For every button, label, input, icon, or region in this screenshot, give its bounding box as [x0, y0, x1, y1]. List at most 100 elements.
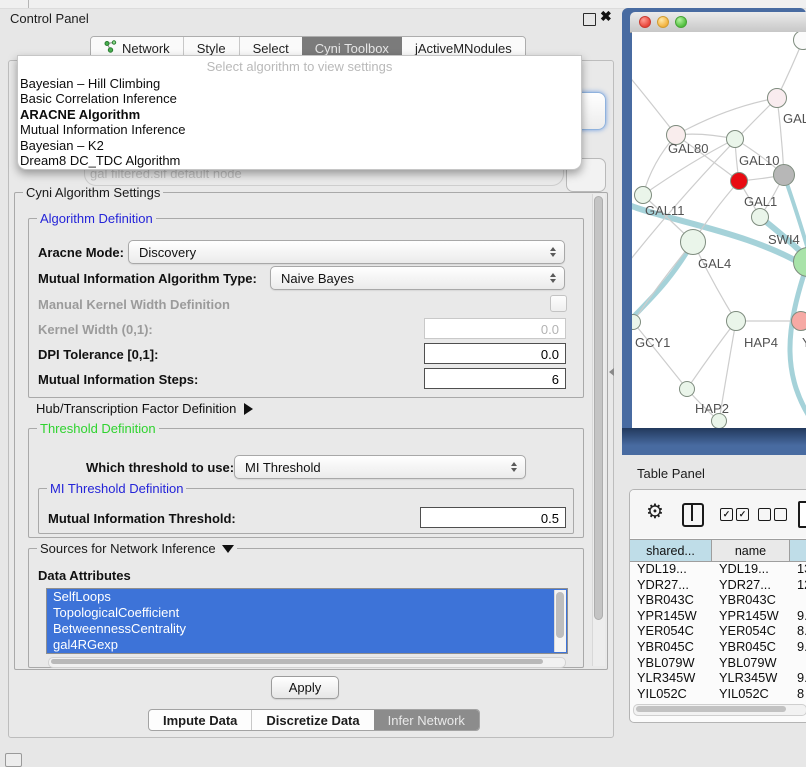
hub-definition-expander[interactable]: Hub/Transcription Factor Definition	[36, 401, 253, 416]
table-hscrollbar[interactable]	[633, 704, 806, 716]
bottom-tab-infer-network[interactable]: Infer Network	[374, 710, 479, 730]
table-cell: YER054C	[630, 623, 712, 639]
network-node-hap4[interactable]	[726, 311, 746, 331]
network-icon	[104, 40, 117, 56]
mi-type-value: Naive Bayes	[281, 271, 354, 286]
network-node[interactable]	[711, 413, 727, 428]
table-row[interactable]: YPR145WYPR145W9.	[630, 608, 806, 624]
tab-label: Select	[253, 41, 289, 56]
network-node[interactable]	[773, 164, 795, 186]
network-node-gal4[interactable]	[680, 229, 706, 255]
attributes-hscrollbar-thumb[interactable]	[51, 659, 543, 664]
table-row[interactable]: YDR27...YDR27...12	[630, 577, 806, 593]
kernel-width-field[interactable]: 0.0	[424, 318, 566, 339]
docked-panel-icon[interactable]	[5, 753, 22, 767]
table-row[interactable]: YBR045CYBR045C9.	[630, 639, 806, 655]
algorithm-option-aracne-algorithm[interactable]: ARACNE Algorithm	[18, 107, 581, 122]
attribute-item-gal4rgexp[interactable]: gal4RGexp	[47, 637, 567, 653]
table-row[interactable]: YBR043CYBR043C	[630, 592, 806, 608]
table-hscrollbar-thumb[interactable]	[636, 706, 786, 712]
mi-threshold-label: Mutual Information Threshold:	[48, 511, 236, 526]
algorithm-option-mutual-information-inference[interactable]: Mutual Information Inference	[18, 122, 581, 137]
attributes-list-scrollbar[interactable]	[554, 590, 566, 652]
network-node-gal10[interactable]	[726, 130, 744, 148]
table-row[interactable]: YIL052CYIL052C8	[630, 686, 806, 702]
network-node-gal11[interactable]	[634, 186, 652, 204]
table-cell: 9.	[790, 608, 806, 624]
checked-checkbox-icon[interactable]: ✓	[720, 508, 733, 521]
unchecked-checkbox-icon[interactable]	[758, 508, 771, 521]
network-canvas[interactable]: GALGAL80GAL10GAL1GAL11SWI4GAL4GCY1HAP4YH…	[632, 32, 806, 428]
checked-checkbox-icon[interactable]: ✓	[736, 508, 749, 521]
table-row[interactable]: YLR345WYLR345W9.	[630, 670, 806, 686]
attributes-hscrollbar[interactable]	[48, 657, 566, 668]
settings-group-title: Cyni Algorithm Settings	[23, 185, 163, 200]
split-columns-icon[interactable]	[682, 503, 704, 527]
table-cell: YER054C	[712, 623, 790, 639]
table-cell	[790, 655, 806, 671]
dpi-tolerance-label: DPI Tolerance [0,1]:	[38, 347, 158, 362]
minimize-traffic-light-icon[interactable]	[657, 16, 669, 28]
aracne-mode-value: Discovery	[139, 245, 196, 260]
data-attributes-list[interactable]: SelfLoopsTopologicalCoefficientBetweenne…	[46, 588, 568, 654]
attribute-item-topologicalcoefficient[interactable]: TopologicalCoefficient	[47, 605, 567, 621]
collapse-arrow-icon[interactable]	[222, 545, 234, 553]
table-row[interactable]: YER054CYER054C8.	[630, 623, 806, 639]
bottom-tab-discretize-data[interactable]: Discretize Data	[251, 710, 373, 730]
column-header-shared-[interactable]: shared...	[630, 540, 712, 561]
table-row[interactable]: YBL079WYBL079W	[630, 655, 806, 671]
column-header-name[interactable]: name	[712, 540, 790, 561]
file-icon[interactable]	[798, 501, 806, 528]
table-toolbar: ⚙ ✓ ✓	[630, 490, 806, 538]
column-header-a[interactable]: A	[790, 540, 806, 561]
table-cell: YBL079W	[630, 655, 712, 671]
mi-threshold-definition-title: MI Threshold Definition	[47, 481, 186, 496]
mi-steps-field[interactable]: 6	[424, 368, 566, 389]
algorithm-option-basic-correlation-inference[interactable]: Basic Correlation Inference	[18, 91, 581, 106]
dpi-tolerance-field[interactable]: 0.0	[424, 343, 566, 364]
network-node-y[interactable]	[791, 311, 806, 331]
attributes-scrollbar-thumb[interactable]	[556, 592, 564, 638]
combo-stepper-icon	[550, 247, 556, 257]
bottom-tab-impute-data[interactable]: Impute Data	[149, 710, 251, 730]
mi-type-label: Mutual Information Algorithm Type:	[38, 271, 257, 286]
network-node-gal[interactable]	[767, 88, 787, 108]
apply-button[interactable]: Apply	[271, 676, 339, 699]
node-label-hap4: HAP4	[744, 335, 778, 350]
unchecked-checkbox-icon[interactable]	[774, 508, 787, 521]
attribute-item-betweennesscentrality[interactable]: BetweennessCentrality	[47, 621, 567, 637]
which-threshold-value: MI Threshold	[245, 460, 321, 475]
table-body: YDL19...YDL19...13YDR27...YDR27...12YBR0…	[630, 561, 806, 702]
gear-icon[interactable]: ⚙	[646, 499, 664, 524]
settings-scrollbar-thumb[interactable]	[594, 196, 603, 620]
manual-kernel-checkbox[interactable]	[550, 295, 567, 312]
node-label-gal4: GAL4	[698, 256, 731, 271]
network-node-swi4[interactable]	[751, 208, 769, 226]
network-window-titlebar[interactable]	[630, 12, 806, 33]
close-icon[interactable]: ✖	[600, 8, 612, 25]
aracne-mode-select[interactable]: Discovery	[128, 240, 565, 264]
mi-type-select[interactable]: Naive Bayes	[270, 266, 565, 290]
kernel-width-label: Kernel Width (0,1):	[38, 322, 153, 337]
table-cell: YDR27...	[630, 577, 712, 593]
table-cell: 9.	[790, 670, 806, 686]
zoom-traffic-light-icon[interactable]	[675, 16, 687, 28]
mi-threshold-field[interactable]: 0.5	[420, 507, 566, 528]
table-row[interactable]: YDL19...YDL19...13	[630, 561, 806, 577]
algorithm-option-bayesian-hill-climbing[interactable]: Bayesian – Hill Climbing	[18, 76, 581, 91]
settings-scrollbar[interactable]	[592, 194, 605, 666]
network-node-hap2[interactable]	[679, 381, 695, 397]
network-node-gal1[interactable]	[730, 172, 748, 190]
close-traffic-light-icon[interactable]	[639, 16, 651, 28]
cyni-bottom-tab-bar: Impute DataDiscretize DataInfer Network	[148, 709, 480, 731]
algorithm-option-bayesian-k2[interactable]: Bayesian – K2	[18, 138, 581, 153]
algorithm-dropdown-popup: Select algorithm to view settings Bayesi…	[17, 55, 582, 170]
algorithm-option-dream8-dc-tdc-algorithm[interactable]: Dream8 DC_TDC Algorithm	[18, 153, 581, 168]
algorithm-definition-title: Algorithm Definition	[37, 211, 156, 226]
attribute-item-selfloops[interactable]: SelfLoops	[47, 589, 567, 605]
float-window-icon[interactable]	[583, 13, 596, 26]
panel-splitter-handle[interactable]	[609, 368, 614, 376]
which-threshold-select[interactable]: MI Threshold	[234, 455, 526, 479]
node-label-gal: GAL	[783, 111, 806, 126]
dropdown-item-list: Bayesian – Hill ClimbingBasic Correlatio…	[18, 76, 581, 168]
